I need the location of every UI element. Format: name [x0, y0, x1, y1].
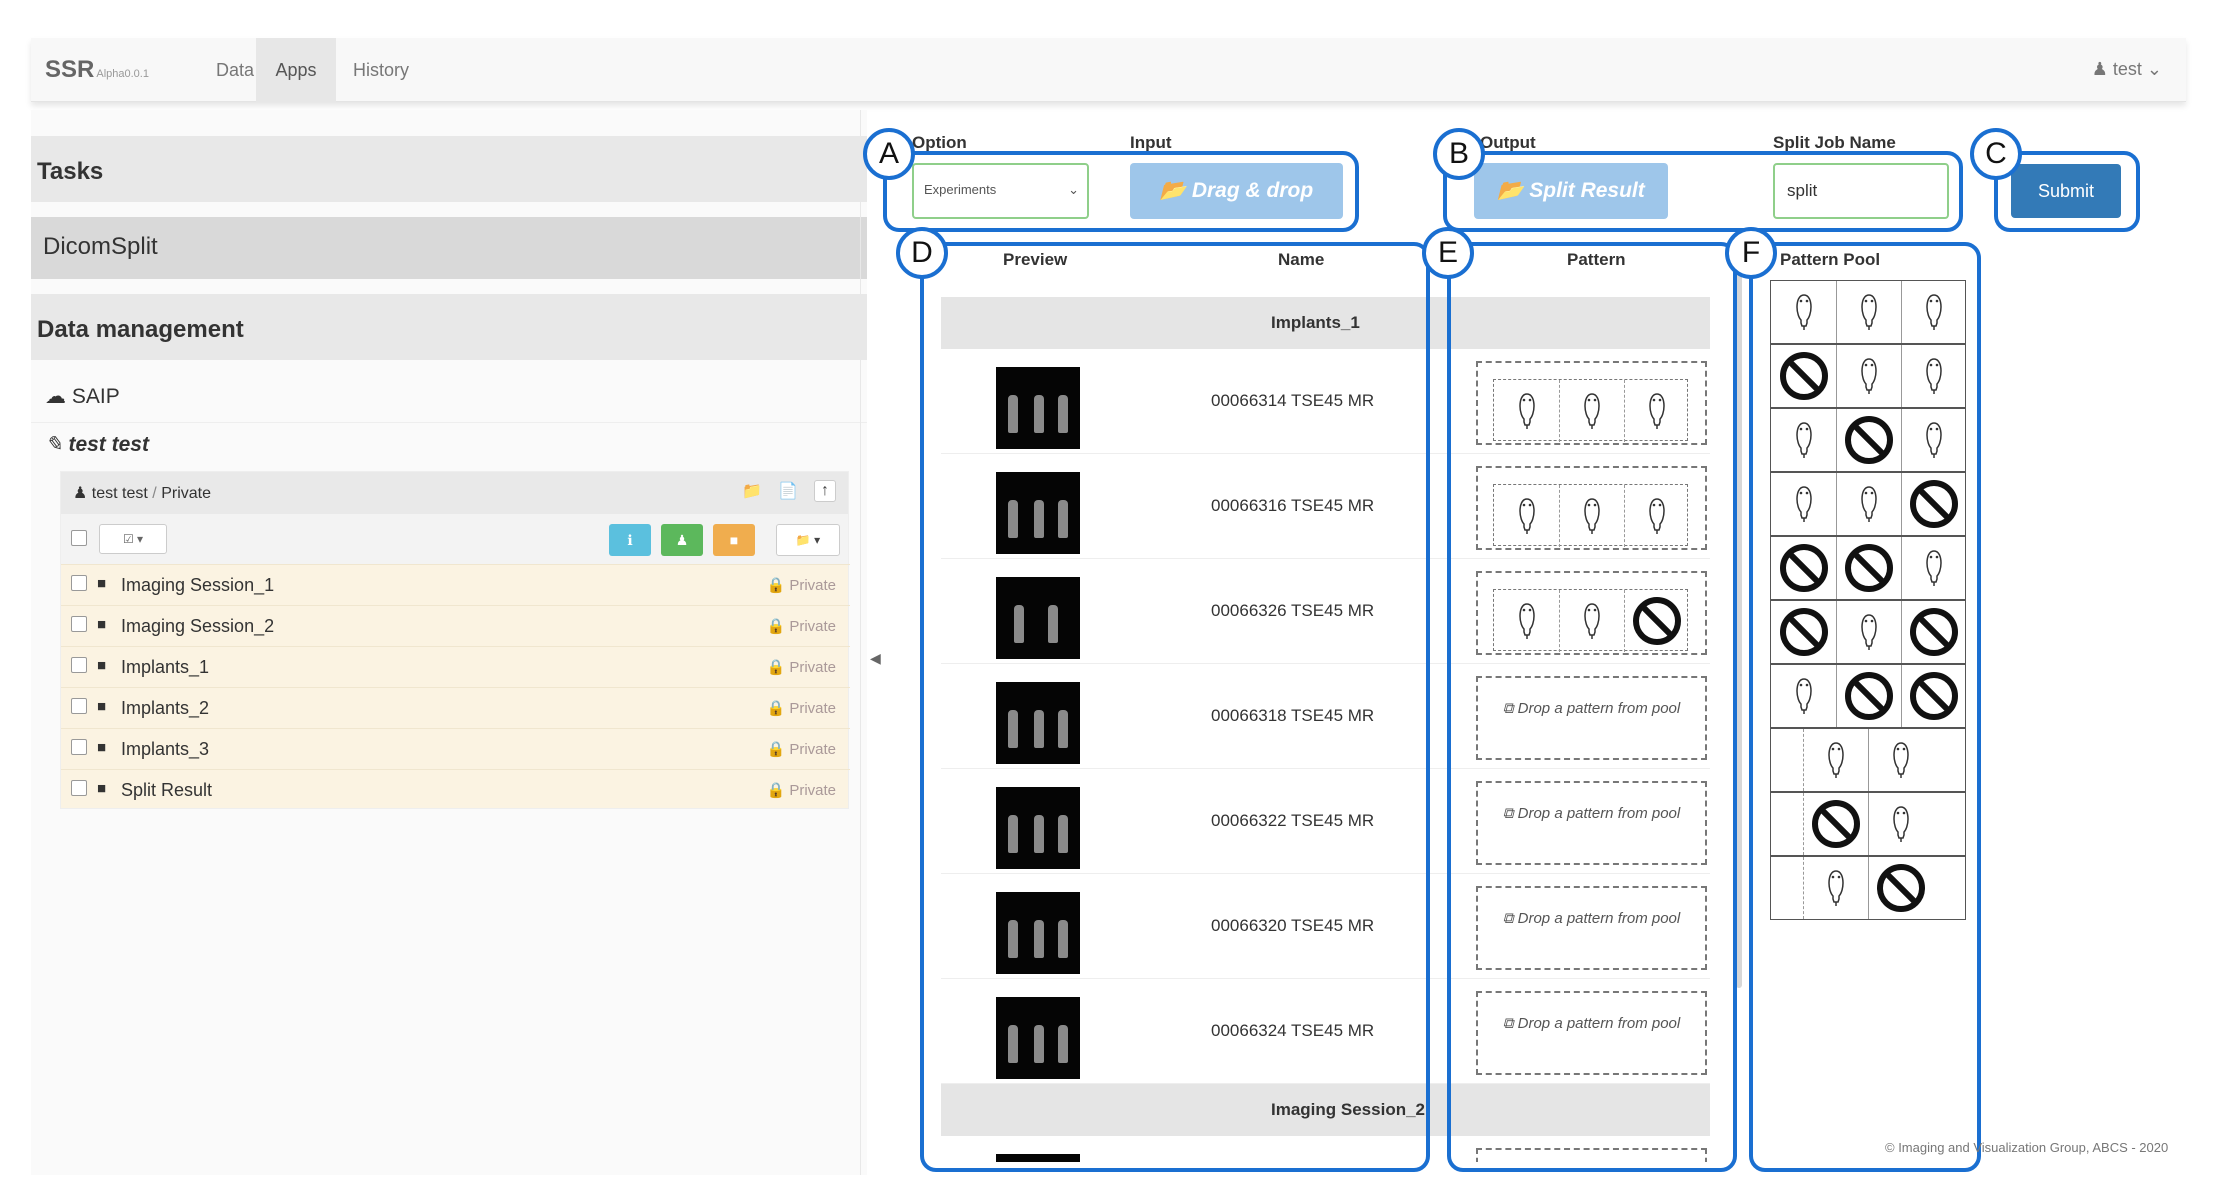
tree-item-user[interactable]: ✎ test test [45, 432, 149, 457]
user-name: test [2112, 59, 2142, 79]
folder-icon: ■ [97, 698, 107, 715]
chevron-down-icon: ⌄ [2146, 59, 2162, 79]
tasks-heading: Tasks [31, 136, 867, 202]
nav-apps[interactable]: Apps [256, 38, 336, 102]
folder-checkbox[interactable] [71, 698, 87, 714]
cloud-icon: ☁ [45, 385, 66, 408]
new-folder-icon[interactable]: 📁 [742, 481, 762, 501]
callout-a-box [883, 151, 1359, 232]
card-owner: test test [91, 485, 148, 502]
folder-icon: ■ [97, 780, 107, 797]
callout-e-badge: E [1422, 227, 1474, 279]
lock-button[interactable]: ■ [713, 524, 755, 556]
callout-b-badge: B [1433, 128, 1485, 180]
callout-d-badge: D [896, 227, 948, 279]
folder-checkbox[interactable] [71, 575, 87, 591]
folder-name[interactable]: Implants_1 [121, 657, 209, 678]
lock-icon: 🔒 [766, 741, 786, 758]
folder-name[interactable]: Implants_3 [121, 739, 209, 760]
folder-row[interactable]: ■ Implants_2 🔒 Private [61, 687, 850, 726]
selection-dropdown[interactable]: ☑ ▾ [99, 524, 167, 554]
card-header: ♟ test test / Private 📁 📄 ↑ [61, 472, 848, 514]
data-management-heading: Data management [31, 294, 867, 360]
upload-icon[interactable]: ↑ [814, 480, 836, 502]
folder-status: 🔒 Private [766, 618, 836, 635]
folder-name[interactable]: Imaging Session_2 [121, 616, 274, 637]
folder-status: 🔒 Private [766, 741, 836, 758]
new-file-icon[interactable]: 📄 [778, 481, 798, 501]
folder-status: 🔒 Private [766, 577, 836, 594]
output-label: Output [1480, 133, 1536, 152]
folder-checkbox[interactable] [71, 739, 87, 755]
callout-f-badge: F [1725, 227, 1777, 279]
card-visibility: Private [161, 485, 211, 502]
tree-item-saip[interactable]: ☁ SAIP [45, 384, 120, 409]
job-name-label: Split Job Name [1773, 133, 1896, 152]
folder-checkbox[interactable] [71, 616, 87, 632]
footer-copyright: © Imaging and Visualization Group, ABCS … [1885, 1140, 2169, 1155]
user-menu[interactable]: ♟ test ⌄ [2092, 59, 2162, 80]
user-icon: ♟ [73, 485, 88, 502]
folder-row[interactable]: ■ Imaging Session_1 🔒 Private [61, 564, 850, 603]
tree-item-label: SAIP [71, 385, 120, 408]
folder-status: 🔒 Private [766, 700, 836, 717]
callout-c-badge: C [1970, 128, 2022, 180]
folder-row[interactable]: ■ Implants_1 🔒 Private [61, 646, 850, 685]
edit-icon: ✎ [45, 433, 63, 456]
folder-row[interactable]: ■ Implants_3 🔒 Private [61, 728, 850, 767]
folder-row[interactable]: ■ Imaging Session_2 🔒 Private [61, 605, 850, 644]
folder-icon: ■ [97, 739, 107, 756]
folder-menu-button[interactable]: 📁 ▾ [776, 524, 840, 556]
left-panel: Tasks DicomSplit Data management ☁ SAIP … [31, 110, 867, 1175]
top-navbar: SSR Alpha0.0.1 Data Apps History ♟ test ⌄ [31, 38, 2186, 102]
folder-icon: ■ [97, 657, 107, 674]
task-dicomsplit[interactable]: DicomSplit [31, 217, 867, 279]
share-button[interactable]: ♟ [661, 524, 703, 556]
panel-divider [860, 110, 861, 1175]
lock-icon: 🔒 [766, 577, 786, 594]
folder-status: 🔒 Private [766, 782, 836, 799]
folder-icon: ■ [97, 616, 107, 633]
callout-a-badge: A [863, 128, 915, 180]
option-label: Option [912, 133, 967, 152]
app-brand[interactable]: SSR Alpha0.0.1 [45, 56, 149, 84]
lock-icon: 🔒 [766, 659, 786, 676]
folder-card: ♟ test test / Private 📁 📄 ↑ ☑ ▾ ℹ ♟ ■ 📁 … [60, 471, 850, 809]
tree-item-label: test test [68, 433, 149, 456]
callout-d-box [920, 242, 1430, 1172]
lock-icon: 🔒 [766, 700, 786, 717]
folder-name[interactable]: Split Result [121, 780, 212, 801]
card-actions: 📁 📄 ↑ [742, 480, 836, 502]
lock-icon: 🔒 [766, 782, 786, 799]
folder-status: 🔒 Private [766, 659, 836, 676]
info-button[interactable]: ℹ [609, 524, 651, 556]
user-icon: ♟ [2091, 59, 2108, 79]
folder-checkbox[interactable] [71, 657, 87, 673]
folder-name[interactable]: Imaging Session_1 [121, 575, 274, 596]
folder-name[interactable]: Implants_2 [121, 698, 209, 719]
nav-history[interactable]: History [341, 38, 421, 102]
card-toolbar: ☑ ▾ ℹ ♟ ■ 📁 ▾ [61, 514, 848, 564]
separator: / [152, 485, 157, 502]
collapse-panel-icon[interactable]: ◀ [870, 650, 881, 667]
folder-row[interactable]: ■ Split Result 🔒 Private [61, 769, 850, 808]
input-label: Input [1130, 133, 1172, 152]
callout-f-box [1749, 242, 1981, 1172]
folder-checkbox[interactable] [71, 780, 87, 796]
callout-b-box [1443, 151, 1963, 232]
callout-e-box [1447, 242, 1737, 1172]
divider [31, 422, 867, 423]
select-all-checkbox[interactable] [71, 530, 87, 546]
folder-icon: ■ [97, 575, 107, 592]
lock-icon: 🔒 [766, 618, 786, 635]
